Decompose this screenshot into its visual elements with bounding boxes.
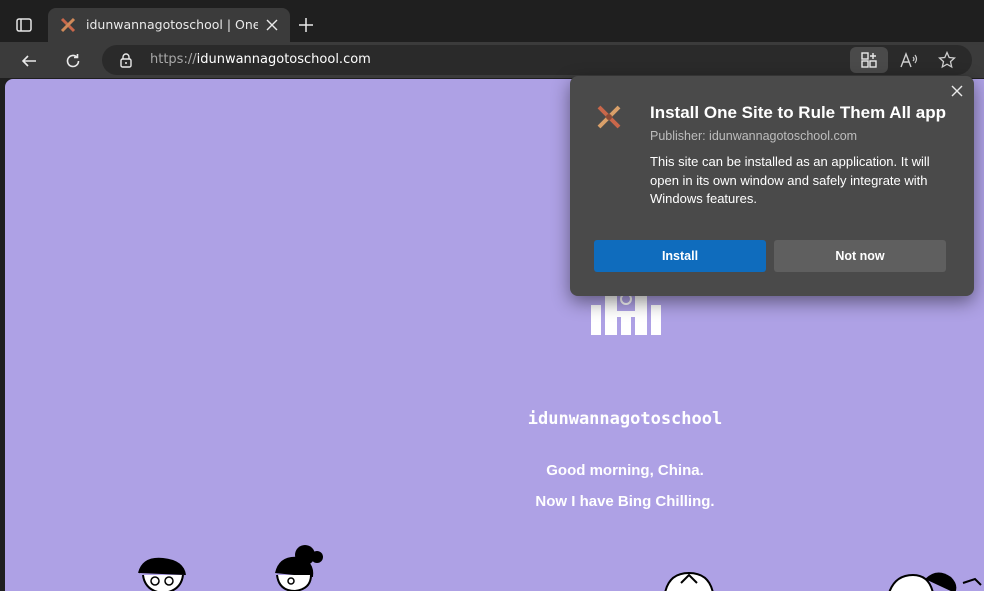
close-icon[interactable] [948,82,966,100]
app-icon [596,104,622,130]
tab-title: idunwannagotoschool | One Site to Rule T… [86,17,258,32]
site-logo-icon [591,291,661,337]
app-install-icon[interactable] [850,47,888,73]
toolbar: https://idunwannagotoschool.com [0,42,984,78]
tab-actions-icon[interactable] [10,11,38,39]
doodle-character-1 [138,557,186,591]
address-bar[interactable]: https://idunwannagotoschool.com [102,45,972,75]
url-scheme: https:// [150,52,197,67]
popup-publisher: Publisher: idunwannagotoschool.com [650,129,858,143]
refresh-icon[interactable] [60,48,86,74]
url-text: https://idunwannagotoschool.com [150,52,371,67]
not-now-button[interactable]: Not now [774,240,946,272]
popup-description: This site can be installed as an applica… [650,154,930,206]
read-aloud-icon[interactable] [898,50,920,70]
subtitle-text: Now I have Bing Chilling. [535,493,715,510]
favicon-icon [60,17,76,33]
popup-title: Install One Site to Rule Them All app [650,103,946,122]
back-icon[interactable] [16,48,42,74]
install-button[interactable]: Install [594,240,766,272]
greeting-text: Good morning, China. [546,462,704,479]
tab-bar: idunwannagotoschool | One Site to Rule T… [0,0,984,42]
doodle-character-3 [664,571,714,591]
url-domain: idunwannagotoschool.com [196,52,371,67]
plus-icon[interactable] [295,14,317,36]
lock-icon[interactable] [118,52,134,68]
install-app-popup: Install One Site to Rule Them All app Pu… [570,76,974,296]
tab-active[interactable]: idunwannagotoschool | One Site to Rule T… [48,8,290,42]
doodle-character-2 [275,545,323,591]
close-icon[interactable] [264,17,280,33]
doodle-character-4 [888,572,982,591]
site-name: idunwannagotoschool [527,409,723,429]
favorite-star-icon[interactable] [936,50,958,70]
